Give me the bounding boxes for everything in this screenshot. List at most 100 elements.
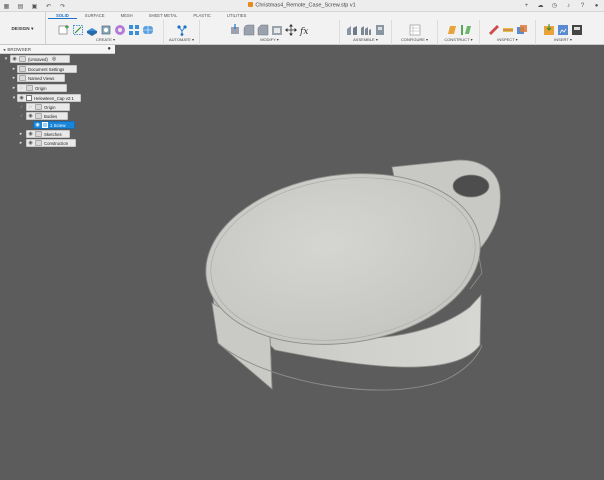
- tree-node-label: Bodies: [44, 113, 58, 119]
- svg-icon[interactable]: [571, 24, 583, 36]
- tree-node-component-origin[interactable]: ◌ Origin: [26, 103, 70, 111]
- component-icon: [26, 95, 32, 101]
- tab-mesh[interactable]: MESH: [113, 12, 141, 19]
- tab-plastic[interactable]: PLASTIC: [185, 12, 218, 19]
- workspace-switcher[interactable]: DESIGN ▾: [0, 12, 46, 45]
- group-modify: fx MODIFY ▾: [200, 20, 340, 45]
- group-configure: CONFIGURE ▾: [392, 20, 438, 45]
- fusion-logo-icon: [248, 2, 254, 7]
- checkmark-icon: ✓: [20, 113, 24, 118]
- decal-icon[interactable]: [557, 24, 569, 36]
- tree-node-sketches[interactable]: ◉ Sketches: [26, 130, 70, 138]
- visibility-eye-icon[interactable]: ◉: [27, 140, 34, 146]
- folder-icon: [19, 75, 26, 81]
- tree-node-label: Document Settings: [28, 66, 65, 72]
- rigid-group-icon[interactable]: [374, 24, 386, 36]
- checkmark-icon: ✓: [20, 104, 24, 109]
- group-insert-label[interactable]: INSERT: [554, 37, 569, 42]
- group-assemble: ASSEMBLE ▾: [340, 20, 392, 45]
- automate-icon[interactable]: [176, 24, 188, 36]
- visibility-eye-icon[interactable]: ◉: [18, 95, 25, 101]
- section-icon[interactable]: [502, 24, 514, 36]
- group-inspect-label[interactable]: INSPECT: [497, 37, 514, 42]
- model-body[interactable]: [195, 157, 501, 391]
- document-title-label: Christmas4_Remote_Case_Screw.stp v1: [255, 2, 356, 9]
- sketch-icon[interactable]: [72, 24, 84, 36]
- visibility-eye-icon[interactable]: ◌: [18, 85, 25, 91]
- visibility-eye-icon[interactable]: ◉: [11, 56, 18, 62]
- folder-icon: [35, 140, 42, 146]
- group-configure-label[interactable]: CONFIGURE: [401, 37, 425, 42]
- model-key-ring-hole: [452, 174, 490, 198]
- as-built-joint-icon[interactable]: [360, 24, 372, 36]
- help-icon[interactable]: ?: [578, 1, 587, 10]
- plane-icon[interactable]: [446, 24, 458, 36]
- expand-arrow-icon[interactable]: ▸: [18, 131, 24, 137]
- expand-arrow-icon[interactable]: ▾: [3, 56, 9, 62]
- tree-node-body-screw[interactable]: ◉ 1 Screw: [33, 121, 75, 129]
- tree-node-named-views[interactable]: Named Views: [17, 74, 65, 82]
- tab-solid[interactable]: SOLID: [48, 12, 77, 19]
- plus-icon[interactable]: +: [522, 1, 531, 10]
- user-icon[interactable]: ●: [592, 1, 601, 10]
- browser-panel-header[interactable]: ◂ BROWSER ●: [0, 45, 115, 54]
- folder-icon: [35, 104, 42, 110]
- visibility-eye-icon[interactable]: ◉: [34, 122, 41, 128]
- chamfer-icon[interactable]: [257, 24, 269, 36]
- cloud-icon[interactable]: ☁: [536, 1, 545, 10]
- hole-icon[interactable]: [114, 24, 126, 36]
- document-title: Christmas4_Remote_Case_Screw.stp v1: [0, 2, 604, 9]
- visibility-eye-icon[interactable]: ◌: [27, 104, 34, 110]
- press-pull-icon[interactable]: [229, 23, 241, 36]
- expand-arrow-icon[interactable]: ▸: [18, 140, 24, 146]
- group-automate-label[interactable]: AUTOMATE: [169, 37, 191, 42]
- canvas-viewport[interactable]: [0, 45, 604, 480]
- group-inspect: INSPECT ▾: [480, 20, 536, 45]
- tab-sheet-metal[interactable]: SHEET METAL: [141, 12, 186, 19]
- insert-derive-icon[interactable]: [543, 23, 555, 36]
- group-construct: CONSTRUCT ▾: [438, 20, 480, 45]
- tree-node-root[interactable]: ◉ (Unsaved) ◎: [10, 55, 70, 63]
- new-component-icon[interactable]: [58, 24, 70, 36]
- record-icon[interactable]: ◎: [52, 56, 56, 62]
- tree-node-label: Construction: [44, 140, 69, 146]
- measure-icon[interactable]: [488, 24, 500, 36]
- group-assemble-label[interactable]: ASSEMBLE: [353, 37, 375, 42]
- bell-icon[interactable]: ♪: [564, 1, 573, 10]
- axis-icon[interactable]: [460, 24, 472, 36]
- group-insert: INSERT ▾: [536, 20, 590, 45]
- interference-icon[interactable]: [516, 24, 528, 36]
- shell-icon[interactable]: [271, 24, 283, 36]
- group-modify-label[interactable]: MODIFY: [260, 37, 275, 42]
- body-icon: [42, 122, 48, 128]
- group-construct-label[interactable]: CONSTRUCT: [444, 37, 469, 42]
- browser-pin-icon[interactable]: ●: [107, 46, 111, 52]
- configure-table-icon[interactable]: [409, 24, 421, 36]
- tab-utilities[interactable]: UTILITIES: [219, 12, 255, 19]
- tree-node-component[interactable]: ◉ Helewteen_Cap v2:1: [17, 94, 81, 102]
- fillet-icon[interactable]: [243, 24, 255, 36]
- chevron-down-icon[interactable]: ◂: [3, 47, 5, 53]
- ribbon-groups: CREATE ▾ AUTOMATE ▾ fx MODIFY ▾ ASSEMBLE…: [48, 20, 604, 45]
- move-icon[interactable]: [284, 23, 297, 36]
- tab-surface[interactable]: SURFACE: [77, 12, 113, 19]
- pattern-icon[interactable]: [128, 24, 140, 36]
- svg-text:fx: fx: [299, 27, 308, 36]
- parameters-icon[interactable]: fx: [299, 24, 311, 36]
- tree-node-bodies[interactable]: ◉ Bodies: [26, 112, 68, 120]
- tree-node-document-settings[interactable]: Document Settings: [17, 65, 77, 73]
- tree-node-construction[interactable]: ◉ Construction: [26, 139, 76, 147]
- revolve-icon[interactable]: [100, 24, 112, 36]
- group-create-label[interactable]: CREATE: [96, 37, 112, 42]
- tree-node-origin[interactable]: ◌ Origin: [17, 84, 67, 92]
- extrude-icon[interactable]: [86, 24, 98, 36]
- toolbar-ribbon: DESIGN ▾ SOLID SURFACE MESH SHEET METAL …: [0, 12, 604, 45]
- visibility-eye-icon[interactable]: ◉: [27, 113, 34, 119]
- ribbon-tabs: SOLID SURFACE MESH SHEET METAL PLASTIC U…: [48, 12, 254, 19]
- clock-icon[interactable]: ◷: [550, 1, 559, 10]
- form-icon[interactable]: [142, 24, 154, 36]
- visibility-eye-icon[interactable]: ◉: [27, 131, 34, 137]
- tree-node-label: (Unsaved): [28, 56, 48, 62]
- joint-icon[interactable]: [346, 24, 358, 36]
- chevron-down-icon: ▾: [31, 25, 34, 31]
